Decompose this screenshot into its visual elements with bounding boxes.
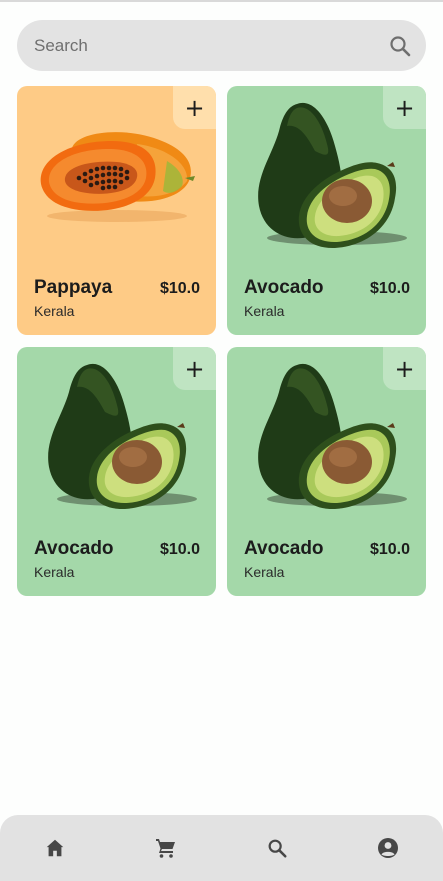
search-icon: [268, 839, 287, 858]
plus-icon: +: [394, 93, 415, 122]
product-name: Avocado: [244, 277, 324, 298]
nav-account[interactable]: [363, 823, 413, 873]
status-divider: [0, 0, 443, 2]
product-price: $10.0: [369, 541, 410, 558]
product-price: $10.0: [159, 280, 200, 297]
add-to-cart-button[interactable]: +: [383, 86, 426, 129]
cart-icon: [156, 839, 176, 858]
product-card[interactable]: + Pappaya Kerala $10.0: [17, 86, 216, 335]
search-input[interactable]: [34, 35, 388, 56]
product-price: $10.0: [369, 280, 410, 297]
home-icon: [47, 839, 64, 857]
add-to-cart-button[interactable]: +: [173, 347, 216, 390]
add-to-cart-button[interactable]: +: [173, 86, 216, 129]
nav-search[interactable]: [252, 823, 302, 873]
product-grid: + Pappaya Kerala $10.0 + Avocado Kerala …: [17, 86, 426, 596]
plus-icon: +: [184, 354, 205, 383]
product-origin: Kerala: [244, 564, 285, 580]
add-to-cart-button[interactable]: +: [383, 347, 426, 390]
product-price: $10.0: [159, 541, 200, 558]
product-name: Avocado: [244, 538, 324, 559]
product-card[interactable]: + Avocado Kerala $10.0: [17, 347, 216, 596]
product-name: Avocado: [34, 538, 114, 559]
product-card[interactable]: + Avocado Kerala $10.0: [227, 86, 426, 335]
plus-icon: +: [184, 93, 205, 122]
plus-icon: +: [394, 354, 415, 383]
nav-cart[interactable]: [141, 823, 191, 873]
bottom-navigation: [0, 815, 443, 881]
search-bar[interactable]: [17, 20, 426, 71]
search-icon[interactable]: [388, 34, 412, 58]
product-origin: Kerala: [244, 303, 285, 319]
product-name: Pappaya: [34, 277, 113, 298]
product-card[interactable]: + Avocado Kerala $10.0: [227, 347, 426, 596]
nav-home[interactable]: [30, 823, 80, 873]
product-origin: Kerala: [34, 564, 75, 580]
product-origin: Kerala: [34, 303, 75, 319]
app-screen: + Pappaya Kerala $10.0 + Avocado Kerala …: [0, 0, 443, 881]
account-icon: [377, 838, 398, 858]
